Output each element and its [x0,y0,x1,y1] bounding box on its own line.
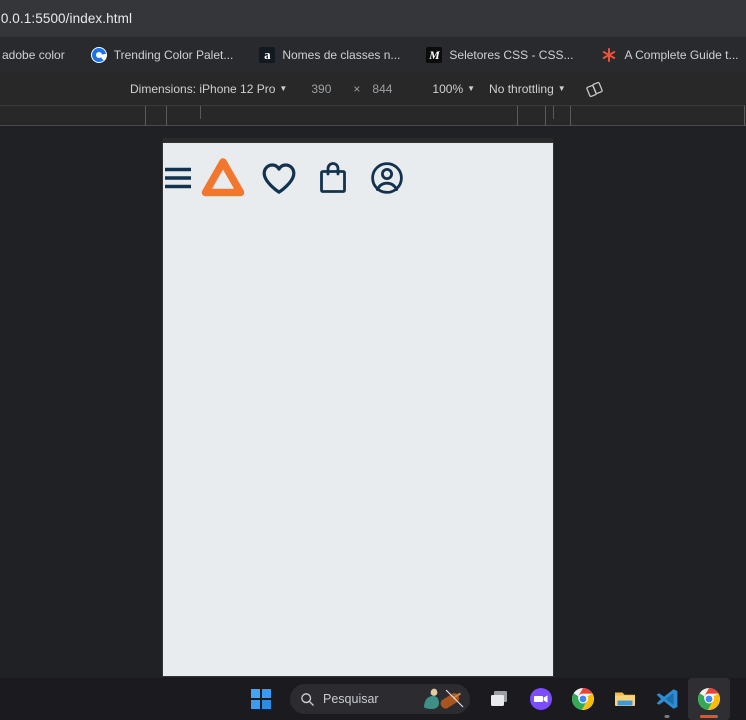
chevron-down-icon: ▼ [557,83,566,93]
account-circle-icon [371,162,403,194]
mdn-favicon: M [426,47,443,63]
zoom-selector[interactable]: 100% ▼ [432,82,475,96]
css-tricks-favicon [601,47,617,63]
screen-root: .0.0.1:5500/index.html adobe color Trend… [0,0,746,720]
taskbar-running-indicator [664,715,670,718]
hamburger-menu-button[interactable] [162,160,198,196]
bookmark-label: Seletores CSS - CSS... [449,48,574,62]
bookmark-label: Trending Color Palet... [113,48,234,62]
device-selector[interactable]: Dimensions: iPhone 12 Pro ▼ [130,82,287,96]
favorites-button[interactable] [253,152,305,204]
triangle-logo-icon [201,158,245,197]
taskbar-items: Pesquisar [240,678,730,720]
cart-button[interactable] [307,152,359,204]
device-viewport[interactable] [163,143,553,676]
rendered-page [163,143,553,676]
omnibox-url-text[interactable]: .0.0.1:5500/index.html [0,11,132,26]
chrome-button[interactable] [562,678,604,720]
ruler-tick [744,106,745,126]
chrome-icon [572,688,594,710]
throttling-value: No throttling [489,82,554,96]
bookmark-seletores-css[interactable]: M Seletores CSS - CSS... [418,42,581,68]
width-value: 390 [311,82,332,96]
rotate-device-icon [586,81,603,97]
header-icon-group [163,152,413,204]
trending-favicon [90,47,107,63]
search-icon [301,692,314,706]
vscode-button[interactable] [646,678,688,720]
throttling-selector[interactable]: No throttling ▼ [489,82,566,96]
bookmark-adobe-color[interactable]: adobe color [0,42,73,68]
zoom-value: 100% [432,82,464,96]
viewport-height-input[interactable]: 844 [372,82,392,96]
ruler-tick [517,106,518,126]
bookmarks-bar: adobe color Trending Color Palet... a No… [0,37,746,73]
taskbar-search-placeholder: Pesquisar [323,692,379,706]
meet-button[interactable] [520,678,562,720]
ruler-tick [553,106,554,119]
chevron-down-icon: ▼ [279,83,288,93]
vscode-icon [656,689,678,709]
triangle-logo-button[interactable] [197,152,249,204]
heart-icon [262,162,296,194]
ruler-tick [145,106,146,126]
ruler-tick [200,106,201,119]
site-header [163,143,553,213]
height-value: 844 [372,82,393,96]
account-button[interactable] [361,152,413,204]
shopping-bag-icon [320,162,346,193]
amazon-favicon: a [259,47,276,63]
chrome-active-button[interactable] [688,678,730,720]
file-explorer-button[interactable] [604,678,646,720]
meet-icon [530,688,552,710]
bookmark-trending-color-palettes[interactable]: Trending Color Palet... [83,42,242,68]
rotate-device-button[interactable] [584,78,606,100]
ruler-tick [570,106,571,126]
hamburger-menu-icon [165,167,191,189]
bookmark-label: Nomes de classes n... [282,48,401,62]
file-explorer-icon [615,692,635,706]
bookmark-label: adobe color [2,48,65,62]
chevron-down-icon: ▼ [467,83,476,93]
multiply-symbol: × [353,82,361,96]
chrome-active-icon [698,688,720,710]
windows-taskbar: Pesquisar [0,678,746,720]
taskbar-search-box[interactable]: Pesquisar [290,684,470,714]
bookmark-nomes-de-classes[interactable]: a Nomes de classes n... [251,42,408,68]
device-selector-label: Dimensions: iPhone 12 Pro [130,82,276,96]
bookmark-label: A Complete Guide t... [624,48,739,62]
ruler-tick [166,106,167,126]
viewport-ruler [0,106,746,126]
task-view-icon [491,691,507,706]
omnibox-bar: .0.0.1:5500/index.html [0,0,746,37]
viewport-width-input[interactable]: 390 [311,82,331,96]
ruler-tick [545,106,546,126]
device-stage [0,127,746,678]
task-view-button[interactable] [478,678,520,720]
device-mode-toolbar: Dimensions: iPhone 12 Pro ▼ 390 × 844 10… [0,73,746,106]
taskbar-active-indicator [700,715,718,718]
search-illustration-icon [424,688,464,709]
windows-start-button[interactable] [240,678,282,720]
bookmark-a-complete-guide[interactable]: A Complete Guide t... [593,42,746,68]
windows-start-icon [251,689,271,709]
